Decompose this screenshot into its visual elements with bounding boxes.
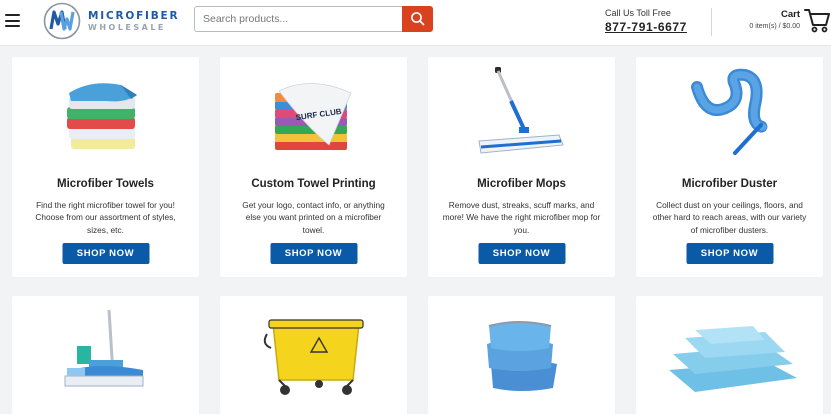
glass-cloths-image xyxy=(668,326,797,392)
site-header: MICROFIBER WHOLESALE Call Us Toll Free 8… xyxy=(0,0,831,46)
category-description: Collect dust on your ceilings, floors, a… xyxy=(652,200,807,235)
search-bar xyxy=(194,6,433,32)
duster-image xyxy=(690,68,769,155)
category-title[interactable]: Microfiber Towels xyxy=(12,178,199,190)
search-button[interactable] xyxy=(402,6,433,32)
category-card-glass-cloths[interactable] xyxy=(636,296,823,414)
header-divider xyxy=(711,8,712,36)
category-image[interactable] xyxy=(636,65,823,175)
category-card-towels[interactable]: Microfiber Towels Find the right microfi… xyxy=(12,57,199,277)
search-input[interactable] xyxy=(194,6,402,32)
category-card-printing[interactable]: SURF CLUB Custom Towel Printing Get your… xyxy=(220,57,407,277)
brand-logo[interactable] xyxy=(43,2,81,40)
category-card-blue-towels[interactable] xyxy=(428,296,615,414)
category-description: Find the right microfiber towel for you!… xyxy=(35,200,176,235)
mop-bucket-image xyxy=(263,319,364,395)
category-title[interactable]: Custom Towel Printing xyxy=(220,178,407,190)
category-card-mops[interactable]: Microfiber Mops Remove dust, streaks, sc… xyxy=(428,57,615,277)
category-image[interactable] xyxy=(12,304,199,414)
category-image[interactable] xyxy=(12,65,199,175)
cart-label: Cart xyxy=(780,9,800,20)
flat-mop-image xyxy=(477,67,564,154)
shop-now-button[interactable]: SHOP NOW xyxy=(270,243,357,264)
shop-now-button[interactable]: SHOP NOW xyxy=(62,243,149,264)
category-image[interactable] xyxy=(428,310,615,414)
phone-link[interactable]: 877-791-6677 xyxy=(605,20,687,34)
category-card-mop-bucket[interactable] xyxy=(220,296,407,414)
menu-icon[interactable] xyxy=(5,14,20,27)
mop-kit-image xyxy=(64,309,143,387)
category-image[interactable]: SURF CLUB xyxy=(220,65,407,175)
category-description: Remove dust, streaks, scuff marks, and m… xyxy=(442,200,601,235)
toll-free-label: Call Us Toll Free xyxy=(605,8,671,18)
category-title[interactable]: Microfiber Duster xyxy=(636,178,823,190)
category-description: Get your logo, contact info, or anything… xyxy=(242,200,385,235)
brand-wordmark[interactable]: MICROFIBER WHOLESALE xyxy=(88,11,179,32)
brand-line2: WHOLESALE xyxy=(88,22,166,32)
category-title[interactable]: Microfiber Mops xyxy=(428,178,615,190)
category-card-duster[interactable]: Microfiber Duster Collect dust on your c… xyxy=(636,57,823,277)
brand-line1: MICROFIBER xyxy=(88,10,180,22)
category-card-mop-kit[interactable] xyxy=(12,296,199,414)
shop-now-button[interactable]: SHOP NOW xyxy=(478,243,565,264)
printed-towel-image: SURF CLUB xyxy=(274,83,352,150)
cart-icon[interactable] xyxy=(804,6,830,34)
blue-towels-image xyxy=(486,321,557,391)
category-image[interactable] xyxy=(220,304,407,414)
category-image[interactable] xyxy=(636,312,823,414)
category-image[interactable] xyxy=(428,65,615,175)
cart-summary: 0 item(s) / $0.00 xyxy=(749,23,800,30)
shop-now-button[interactable]: SHOP NOW xyxy=(686,243,773,264)
search-icon xyxy=(411,12,425,26)
towel-stack-image xyxy=(66,83,137,149)
toll-free-block: Call Us Toll Free 877-791-6677 xyxy=(605,8,687,34)
cart-link[interactable]: Cart 0 item(s) / $0.00 xyxy=(749,9,800,30)
